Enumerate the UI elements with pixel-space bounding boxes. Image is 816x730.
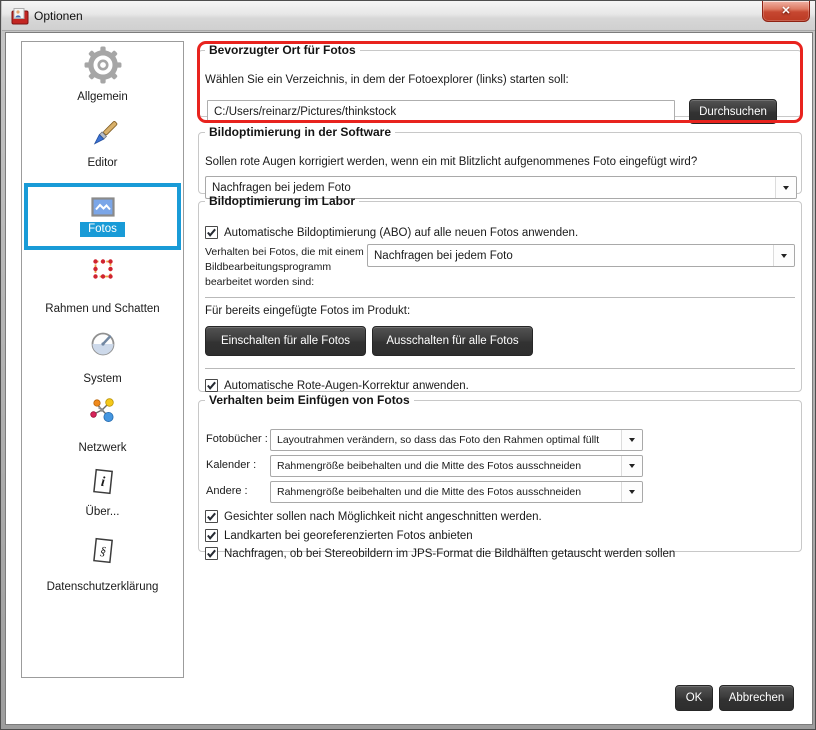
check-icon (206, 227, 217, 238)
edited-photos-label: Verhalten bei Fotos, die mit einem Bildb… (205, 245, 367, 290)
chevron-down-icon (621, 482, 642, 502)
frame-icon (91, 257, 115, 281)
section-title: Bildoptimierung in der Software (205, 125, 395, 139)
paragraph-page-icon: § (90, 536, 116, 566)
checkbox-stereo[interactable] (205, 547, 218, 560)
photo-path-value: C:/Users/reinarz/Pictures/thinkstock (214, 106, 396, 118)
sidebar-item-label: System (83, 373, 121, 385)
check-icon (206, 380, 217, 391)
sidebar-item-allgemein[interactable]: Allgemein (22, 46, 183, 103)
sidebar: Allgemein Editor Fotos (21, 41, 184, 678)
checkbox-faces[interactable] (205, 510, 218, 523)
disable-all-button[interactable]: Ausschalten für alle Fotos (372, 326, 533, 356)
sidebar-item-ueber[interactable]: i Über... (22, 467, 183, 518)
check-icon (206, 548, 217, 559)
checkbox-label: Automatische Bildoptimierung (ABO) auf a… (224, 227, 578, 239)
checkbox-label: Landkarten bei georeferenzierten Fotos a… (224, 530, 473, 542)
sidebar-item-label: Editor (87, 157, 117, 169)
dropdown-value: Rahmengröße beibehalten und die Mitte de… (271, 460, 621, 472)
close-button[interactable]: ✕ (762, 1, 810, 22)
edited-photos-dropdown[interactable]: Nachfragen bei jedem Foto (367, 244, 795, 267)
check-icon (206, 511, 217, 522)
sidebar-item-fotos[interactable]: Fotos (24, 183, 181, 250)
window-title: Optionen (34, 9, 83, 23)
gauge-icon (90, 331, 116, 357)
dropdown-value: Nachfragen bei jedem Foto (368, 250, 773, 262)
photo-path-input[interactable]: C:/Users/reinarz/Pictures/thinkstock (207, 100, 675, 123)
existing-photos-label: Für bereits eingefügte Fotos im Produkt: (205, 305, 410, 317)
sidebar-item-label: Fotos (80, 222, 125, 237)
fotobuecher-dropdown[interactable]: Layoutrahmen verändern, so dass das Foto… (270, 429, 643, 451)
dropdown-value: Rahmengröße beibehalten und die Mitte de… (271, 486, 621, 498)
fotobuecher-label: Fotobücher : (206, 433, 268, 445)
andere-dropdown[interactable]: Rahmengröße beibehalten und die Mitte de… (270, 481, 643, 503)
checkbox-red-eye[interactable] (205, 379, 218, 392)
sidebar-item-system[interactable]: System (22, 331, 183, 385)
chevron-down-icon (773, 245, 794, 266)
browse-button[interactable]: Durchsuchen (689, 99, 777, 124)
divider (205, 368, 795, 369)
chevron-down-icon (621, 456, 642, 476)
sidebar-item-label: Allgemein (77, 91, 128, 103)
section-title: Bevorzugter Ort für Fotos (205, 43, 360, 57)
dropdown-value: Layoutrahmen verändern, so dass das Foto… (271, 434, 621, 446)
ok-button[interactable]: OK (675, 685, 713, 711)
checkbox-label: Gesichter sollen nach Möglichkeit nicht … (224, 511, 542, 523)
close-icon: ✕ (781, 6, 790, 17)
kalender-label: Kalender : (206, 459, 256, 471)
brush-icon (86, 121, 120, 151)
checkbox-abo[interactable] (205, 226, 218, 239)
network-icon (88, 397, 118, 425)
gear-icon (84, 46, 122, 84)
photo-icon (91, 197, 115, 217)
sidebar-item-datenschutzerklaerung[interactable]: § Datenschutzerklärung (22, 536, 183, 593)
section-title: Verhalten beim Einfügen von Fotos (205, 393, 414, 407)
section-title: Bildoptimierung im Labor (205, 194, 359, 208)
sidebar-item-rahmen-und-schatten[interactable]: Rahmen und Schatten (22, 257, 183, 315)
redeye-question-text: Sollen rote Augen korrigiert werden, wen… (205, 156, 697, 168)
dropdown-value: Nachfragen bei jedem Foto (206, 182, 775, 194)
description-text: Wählen Sie ein Verzeichnis, in dem der F… (205, 74, 569, 86)
divider (205, 297, 795, 298)
andere-label: Andere : (206, 485, 248, 497)
section-preferred-location: Bevorzugter Ort für Fotos Wählen Sie ein… (198, 43, 802, 117)
title-bar[interactable]: Optionen ✕ (2, 1, 816, 31)
chevron-down-icon (621, 430, 642, 450)
sidebar-item-netzwerk[interactable]: Netzwerk (22, 397, 183, 454)
kalender-dropdown[interactable]: Rahmengröße beibehalten und die Mitte de… (270, 455, 643, 477)
sidebar-item-label: Datenschutzerklärung (47, 581, 159, 593)
checkbox-label: Automatische Rote-Augen-Korrektur anwend… (224, 380, 469, 392)
enable-all-button[interactable]: Einschalten für alle Fotos (205, 326, 366, 356)
checkbox-label: Nachfragen, ob bei Stereobildern im JPS-… (224, 548, 675, 560)
check-icon (206, 530, 217, 541)
checkbox-maps[interactable] (205, 529, 218, 542)
app-icon (11, 7, 29, 26)
section-lab-optimization: Bildoptimierung im Labor Automatische Bi… (198, 194, 802, 392)
info-page-icon: i (90, 467, 116, 497)
cancel-button[interactable]: Abbrechen (719, 685, 794, 711)
sidebar-item-label: Rahmen und Schatten (45, 303, 159, 315)
sidebar-item-label: Netzwerk (79, 442, 127, 454)
sidebar-item-editor[interactable]: Editor (22, 121, 183, 169)
options-window: Optionen ✕ Allgem (0, 0, 816, 730)
sidebar-item-label: Über... (86, 506, 120, 518)
section-software-optimization: Bildoptimierung in der Software Sollen r… (198, 125, 802, 194)
section-insert-behavior: Verhalten beim Einfügen von Fotos Fotobü… (198, 393, 802, 552)
